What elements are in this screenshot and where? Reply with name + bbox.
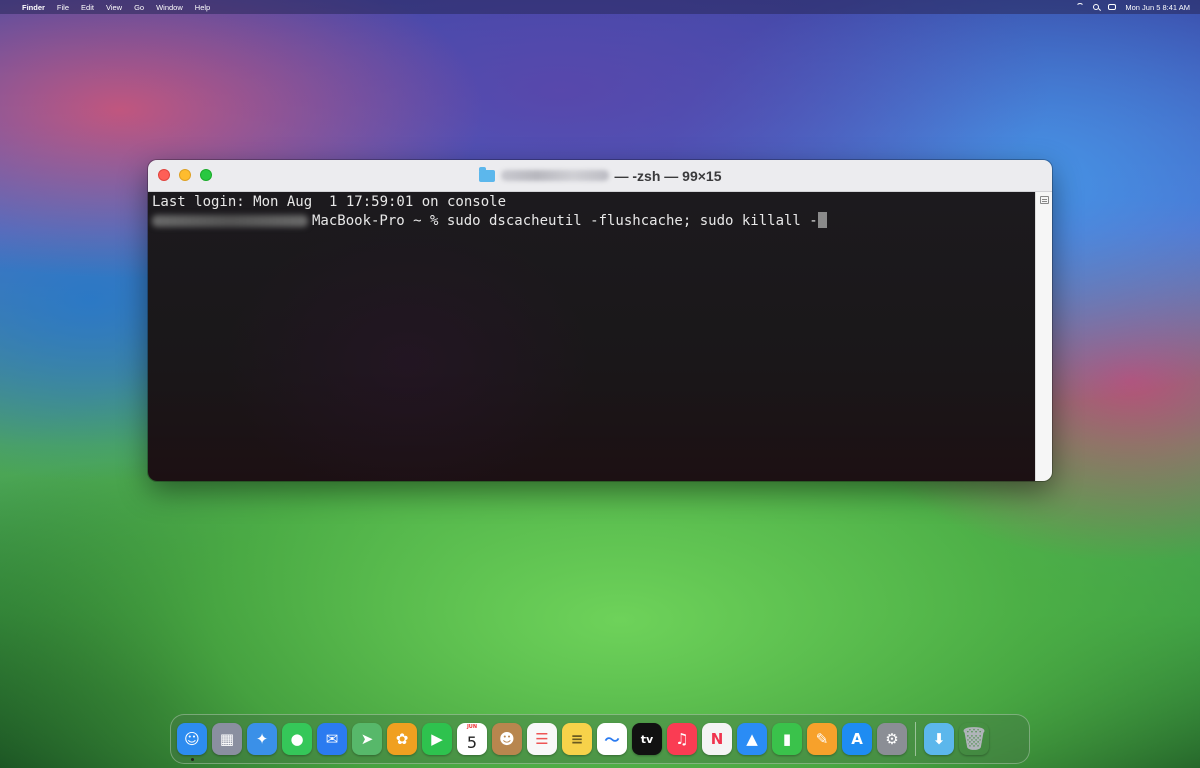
running-indicator bbox=[190, 758, 194, 761]
reminders-glyph: ☰ bbox=[535, 730, 549, 748]
menu-window[interactable]: Window bbox=[156, 3, 183, 12]
facetime-glyph: ▶ bbox=[431, 730, 443, 748]
spotlight-search-icon[interactable] bbox=[1093, 4, 1100, 10]
dock-mail-icon[interactable]: ✉ bbox=[317, 723, 347, 755]
dock-pages-icon[interactable]: ✎ bbox=[807, 723, 837, 755]
dock-photos-icon[interactable]: ✿ bbox=[387, 723, 417, 755]
freeform-glyph: 〜 bbox=[604, 730, 620, 749]
wifi-icon[interactable] bbox=[1076, 3, 1085, 11]
contacts-glyph: ☻ bbox=[499, 730, 515, 748]
news-glyph: N bbox=[710, 730, 724, 748]
zoom-window-button[interactable] bbox=[200, 169, 212, 181]
scroll-marks-icon[interactable] bbox=[1040, 196, 1049, 204]
downloads-folder-glyph: ⬇ bbox=[932, 730, 946, 748]
safari-glyph: ✦ bbox=[255, 730, 269, 748]
redacted-username bbox=[500, 170, 609, 181]
pages-glyph: ✎ bbox=[815, 730, 829, 748]
prompt-line: MacBook-Pro ~ % sudo dscacheutil -flushc… bbox=[152, 212, 1032, 231]
minimize-window-button[interactable] bbox=[179, 169, 191, 181]
folder-icon bbox=[478, 166, 495, 182]
dock-system-settings-icon[interactable]: ⚙ bbox=[877, 723, 907, 755]
dock-music-icon[interactable]: ♫ bbox=[667, 723, 697, 755]
dock-freeform-icon[interactable]: 〜 bbox=[597, 723, 627, 755]
calendar-day-label: 5 bbox=[466, 732, 478, 752]
vertical-scrollbar[interactable] bbox=[1035, 192, 1052, 481]
text-cursor bbox=[817, 212, 827, 228]
dock-finder-icon[interactable]: ☺ bbox=[177, 723, 207, 761]
app-store-glyph: A bbox=[851, 730, 863, 748]
window-title: — -zsh — 99×15 bbox=[478, 166, 722, 184]
menu-file[interactable]: File bbox=[57, 3, 69, 12]
dock-facetime-icon[interactable]: ▶ bbox=[422, 723, 452, 755]
messages-glyph: ● bbox=[290, 730, 304, 748]
numbers-glyph: ▮ bbox=[782, 730, 792, 748]
dock-keynote-icon[interactable]: ▲ bbox=[737, 723, 767, 755]
redacted-hostname bbox=[152, 215, 308, 227]
maps-glyph: ➤ bbox=[360, 730, 374, 748]
dock-trash-icon[interactable]: 🗑 bbox=[959, 723, 989, 755]
dock-separator bbox=[915, 722, 916, 756]
apple-tv-glyph: tv bbox=[640, 732, 654, 746]
keynote-glyph: ▲ bbox=[746, 730, 758, 748]
last-login-line: Last login: Mon Aug 1 17:59:01 on consol… bbox=[152, 194, 507, 210]
dock-news-icon[interactable]: N bbox=[702, 723, 732, 755]
terminal-output[interactable]: Last login: Mon Aug 1 17:59:01 on consol… bbox=[148, 192, 1036, 481]
music-glyph: ♫ bbox=[675, 730, 689, 748]
dock-reminders-icon[interactable]: ☰ bbox=[527, 723, 557, 755]
dock-downloads-folder-icon[interactable]: ⬇ bbox=[924, 723, 954, 755]
menu-edit[interactable]: Edit bbox=[81, 3, 94, 12]
photos-glyph: ✿ bbox=[395, 730, 409, 748]
menu-clock[interactable]: Mon Jun 5 8:41 AM bbox=[1125, 3, 1190, 12]
calendar-month-label: JUN bbox=[466, 724, 478, 730]
mail-glyph: ✉ bbox=[325, 730, 339, 748]
trash-glyph: 🗑 bbox=[960, 726, 988, 752]
menu-go[interactable]: Go bbox=[134, 3, 144, 12]
dock-launchpad-icon[interactable]: ▦ bbox=[212, 723, 242, 755]
dock-calendar-icon[interactable]: JUN 5 bbox=[457, 723, 487, 755]
dock-messages-icon[interactable]: ● bbox=[282, 723, 312, 755]
window-title-text: — -zsh — 99×15 bbox=[614, 167, 722, 184]
dock-numbers-icon[interactable]: ▮ bbox=[772, 723, 802, 755]
terminal-window: — -zsh — 99×15 Last login: Mon Aug 1 17:… bbox=[148, 160, 1052, 481]
menu-view[interactable]: View bbox=[106, 3, 122, 12]
dock-safari-icon[interactable]: ✦ bbox=[247, 723, 277, 755]
window-titlebar[interactable]: — -zsh — 99×15 bbox=[148, 160, 1052, 192]
dock-apple-tv-icon[interactable]: tv bbox=[632, 723, 662, 755]
shell-prompt: MacBook-Pro ~ % bbox=[312, 213, 447, 229]
dock-contacts-icon[interactable]: ☻ bbox=[492, 723, 522, 755]
launchpad-glyph: ▦ bbox=[219, 730, 235, 748]
menu-help[interactable]: Help bbox=[195, 3, 210, 12]
finder-glyph: ☺ bbox=[184, 730, 200, 748]
dock-notes-icon[interactable]: ≡ bbox=[562, 723, 592, 755]
dock: ☺ ▦ ✦ ● ✉ ➤ ✿ ▶ JUN 5 ☻ ☰ ≡ 〜 tv ♫ N ▲ ▮ ✎ A ⚙ ⬇ 🗑 bbox=[170, 714, 1030, 764]
app-menu-finder[interactable]: Finder bbox=[22, 3, 45, 12]
system-settings-glyph: ⚙ bbox=[885, 730, 899, 748]
menu-bar: Finder File Edit View Go Window Help Mon… bbox=[0, 0, 1200, 14]
dock-app-store-icon[interactable]: A bbox=[842, 723, 872, 755]
close-window-button[interactable] bbox=[158, 169, 170, 181]
notes-glyph: ≡ bbox=[570, 730, 584, 748]
control-center-icon[interactable] bbox=[1108, 4, 1117, 10]
typed-command: sudo dscacheutil -flushcache; sudo killa… bbox=[446, 213, 818, 229]
dock-maps-icon[interactable]: ➤ bbox=[352, 723, 382, 755]
